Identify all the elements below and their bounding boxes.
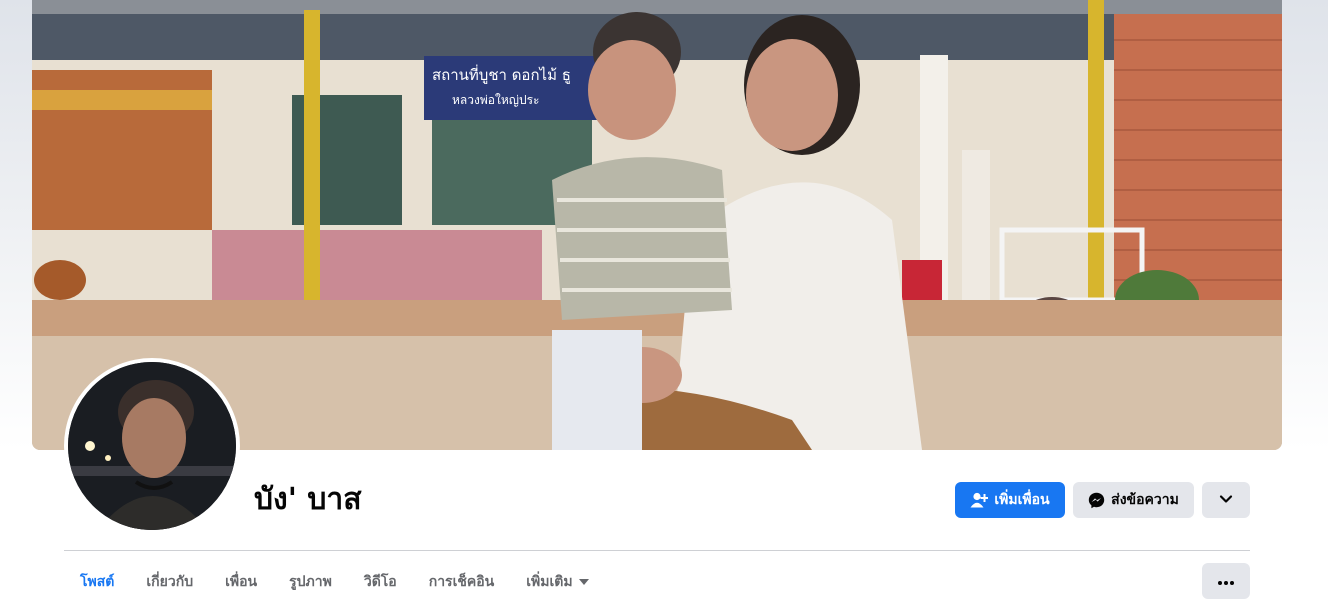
cover-photo-image: สถานที่บูชา ดอกไม้ ธู หลวงพ่อใหญ่ประ [32,0,1282,450]
avatar [68,362,236,530]
profile-tabs: โพสต์ เกี่ยวกับ เพื่อน รูปภาพ วิดีโอ การ… [64,562,605,602]
add-friend-button[interactable]: เพิ่มเพื่อน [955,482,1065,518]
tab-checkins[interactable]: การเช็คอิน [413,562,511,602]
profile-picture[interactable] [64,358,240,534]
tab-friends[interactable]: เพื่อน [209,562,273,602]
tab-label: วิดีโอ [363,574,397,590]
profile-options-dropdown[interactable] [1202,482,1250,518]
caret-down-icon [578,579,589,585]
tab-posts[interactable]: โพสต์ [64,562,130,602]
cover-photo[interactable]: สถานที่บูชา ดอกไม้ ธู หลวงพ่อใหญ่ประ [32,0,1282,450]
message-label: ส่งข้อความ [1111,492,1179,508]
tab-label: โพสต์ [80,574,115,590]
add-friend-label: เพิ่มเพื่อน [994,492,1050,508]
cover-sign-line2: หลวงพ่อใหญ่ประ [452,93,539,107]
tab-photos[interactable]: รูปภาพ [273,562,348,602]
tab-videos[interactable]: วิดีโอ [348,562,413,602]
tab-about[interactable]: เกี่ยวกับ [130,562,209,602]
tab-label: เกี่ยวกับ [146,574,194,590]
tab-label: เพิ่มเติม [526,574,573,590]
person-plus-icon [970,492,989,508]
messenger-icon [1088,492,1105,509]
more-options-button[interactable] [1202,563,1250,599]
chevron-down-icon [1219,492,1233,508]
tab-label: การเช็คอิน [428,574,495,590]
profile-name: บัง' บาส [254,482,362,517]
more-dots-icon [1218,573,1234,589]
tab-label: เพื่อน [225,574,258,590]
cover-sign-line1: สถานที่บูชา ดอกไม้ ธู [432,64,571,84]
message-button[interactable]: ส่งข้อความ [1073,482,1194,518]
tab-label: รูปภาพ [289,574,332,590]
tab-more[interactable]: เพิ่มเติม [510,562,604,602]
profile-divider [64,550,1250,551]
